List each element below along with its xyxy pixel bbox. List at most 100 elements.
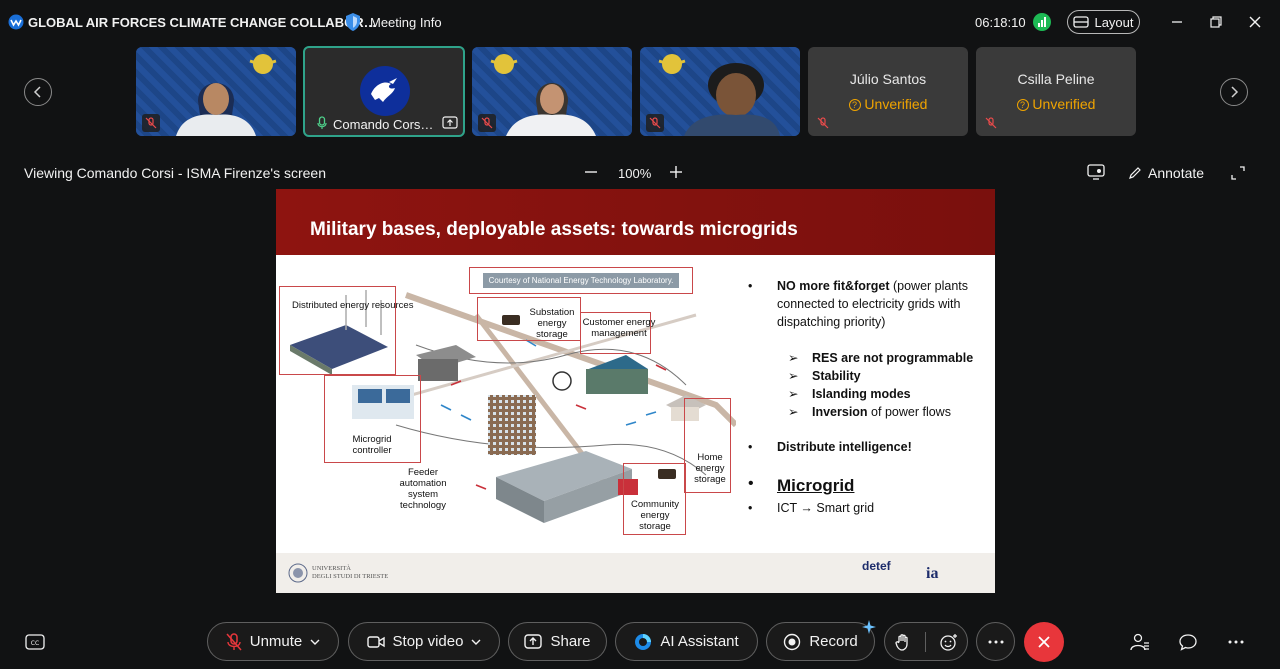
participant-tile[interactable]: Csilla Peline ? Unverified [976,47,1136,136]
muted-mic-icon [478,114,496,132]
stop-video-label: Stop video [392,633,464,650]
avatar [360,66,410,116]
meeting-info-button[interactable]: Meeting Info [344,12,442,32]
mic-muted-icon [226,632,242,650]
university-seal-icon [288,563,308,583]
label-home-storage: Home energy storage [694,452,726,485]
muted-mic-icon [646,114,664,132]
info-icon: ? [848,99,861,111]
bullet-bold-text: NO more fit&forget [777,279,890,293]
label-distributed-energy: Distributed energy resources [292,300,414,311]
participant-video-person [684,63,780,136]
meeting-info-label: Meeting Info [370,14,442,30]
participants-icon [1130,633,1149,651]
sub-bullet-item: ➢ Islanding modes [788,387,911,401]
label-community-storage: Community energy storage [630,499,680,532]
participant-tile[interactable] [472,47,632,136]
previous-participants-button[interactable] [24,78,52,106]
more-panels-button[interactable] [1225,631,1247,653]
sparkle-icon [862,620,876,634]
title-bar: GLOBAL AIR FORCES CLIMATE CHANGE COLLABO… [0,0,1280,44]
reactions-group [884,622,968,661]
share-button[interactable]: Share [508,622,607,661]
raise-hand-icon[interactable] [894,633,911,651]
bullet-heading: Microgrid [777,476,855,495]
label-microgrid-controller: Microgrid controller [352,434,392,456]
mic-on-icon [317,116,327,129]
emoji-reaction-icon[interactable] [939,633,958,651]
info-icon: ? [1016,99,1029,111]
participant-name: Júlio Santos [849,71,927,87]
unmute-label: Unmute [249,633,303,650]
zoom-out-button[interactable] [585,163,599,181]
muted-mic-icon [982,114,1000,132]
layout-icon [1073,16,1090,28]
label-feeder-automation: Feeder automation system technology [399,467,447,511]
slide-footer: UNIVERSITÀ DEGLI STUDI DI TRIESTE detef … [276,553,995,593]
sharing-screen-icon [442,116,458,129]
pen-icon [1129,167,1141,179]
annotate-button[interactable]: Annotate [1128,165,1204,181]
participant-video-person [506,83,596,136]
close-window-button[interactable] [1245,12,1265,32]
restore-button[interactable] [1206,12,1226,32]
closed-captions-icon: CC [25,634,45,650]
sub-bullet-item: ➢ RES are not programmable [788,351,974,365]
ai-assistant-icon [635,633,652,650]
annotate-label: Annotate [1148,165,1205,181]
record-button[interactable]: Record [766,622,875,661]
muted-mic-icon [142,114,160,132]
participant-tile-active[interactable]: Comando Cors… [303,46,465,137]
zoom-in-button[interactable] [670,163,684,181]
unmute-button[interactable]: Unmute [207,622,339,661]
ai-assistant-button[interactable]: AI Assistant [615,622,758,661]
image-credit-text: Courtesy of National Energy Technology L… [482,273,680,288]
sub-bullet-item: ➢ Inversion of power flows [788,405,951,419]
ia-logo: ia [926,565,939,582]
svg-text:CC: CC [31,640,39,647]
participant-name: Csilla Peline [1017,71,1095,87]
share-label: Share [550,633,591,650]
ai-assistant-label: AI Assistant [660,633,739,650]
plus-icon [670,166,682,178]
minimize-icon [1172,21,1182,23]
participant-status: Unverified [864,96,928,112]
chevron-down-icon[interactable] [310,639,320,645]
captions-button[interactable]: CC [24,631,46,653]
sub-bullet-item: ➢ Stability [788,369,861,383]
layout-button[interactable]: Layout [1067,10,1140,34]
stop-video-button[interactable]: Stop video [348,622,500,661]
webex-logo-icon [8,14,24,30]
participant-tile[interactable]: Júlio Santos ? Unverified [808,47,968,136]
fullscreen-icon[interactable] [1230,165,1246,181]
restore-icon [1210,16,1222,28]
chat-button[interactable] [1177,631,1199,653]
shared-slide: Military bases, deployable assets: towar… [276,189,995,593]
arrow-right-icon: → [800,501,813,515]
share-screen-icon [524,633,543,649]
pegasus-logo-icon [371,78,397,102]
unverified-badge: ? Unverified [976,96,1136,112]
chevron-down-icon[interactable] [471,639,481,645]
meeting-timer: 06:18:10 [975,15,1026,30]
shield-icon [346,13,360,31]
participant-status: Unverified [1032,96,1096,112]
slide-header: Military bases, deployable assets: towar… [276,189,995,255]
network-signal-icon[interactable] [1033,13,1051,31]
more-dots-icon [988,640,1003,643]
image-credit: Courtesy of National Energy Technology L… [469,267,693,294]
leave-meeting-button[interactable] [1024,622,1064,662]
zoom-level: 100% [618,166,652,181]
minimize-button[interactable] [1167,12,1187,32]
shared-screen-options-icon[interactable] [1087,164,1105,180]
participant-tile[interactable] [136,47,296,136]
detef-logo: detef [862,559,891,573]
more-options-button[interactable] [976,622,1015,661]
close-icon [1249,16,1261,28]
participant-tile[interactable] [640,47,800,136]
divider [924,631,926,652]
participants-button[interactable] [1129,631,1151,653]
next-participants-button[interactable] [1220,78,1248,106]
viewing-screen-label: Viewing Comando Corsi - ISMA Firenze's s… [24,165,326,181]
more-dots-icon [1228,640,1244,644]
